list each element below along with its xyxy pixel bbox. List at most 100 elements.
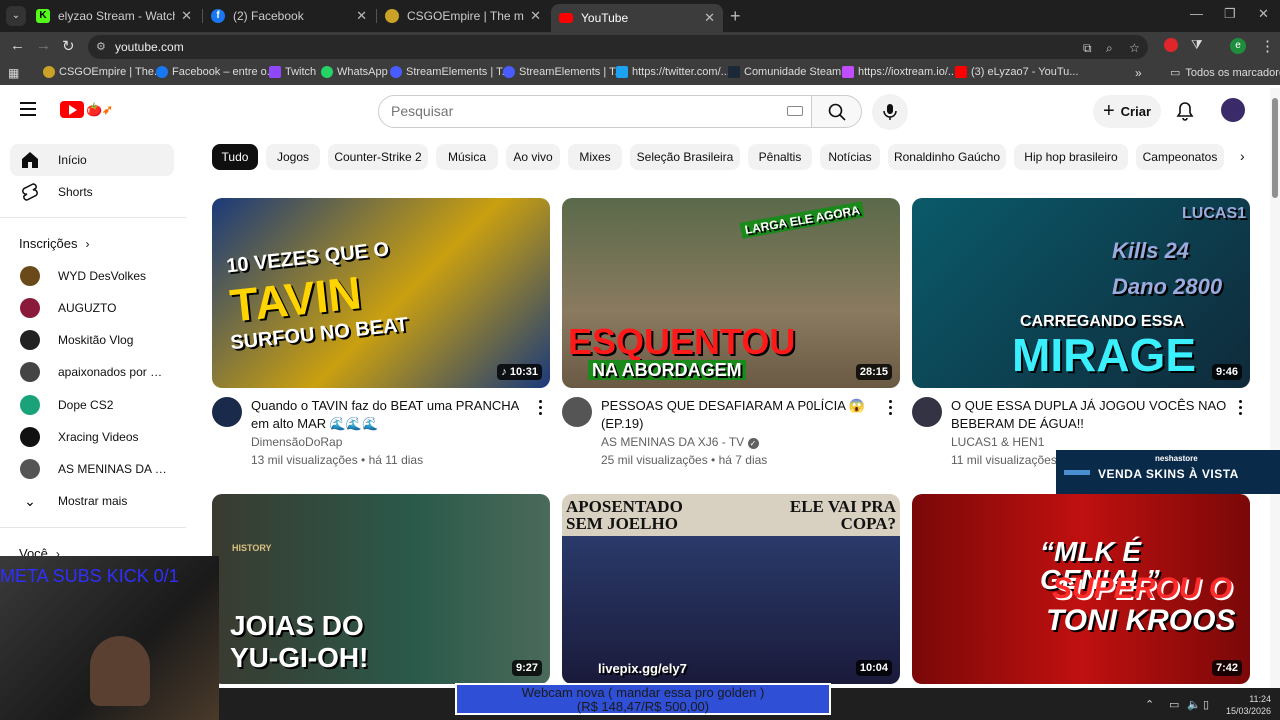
channel-name[interactable]: AS MENINAS DA XJ6 - TV ✓ [601, 435, 759, 449]
close-icon[interactable]: ✕ [356, 8, 367, 24]
tab-kick[interactable]: K elyzao Stream - Watch Live on ✕ [28, 4, 200, 28]
subscription-item[interactable]: Moskitão Vlog [10, 324, 174, 356]
channel-avatar [20, 427, 40, 447]
bookmark-item[interactable]: CSGOEmpire | The... [43, 66, 163, 78]
search-input[interactable] [391, 103, 771, 119]
tray-chevron-icon[interactable]: ⌃ [1145, 698, 1154, 711]
subscription-item[interactable]: WYD DesVolkes [10, 260, 174, 292]
tab-facebook[interactable]: f (2) Facebook ✕ [203, 4, 375, 28]
bookmark-item[interactable]: https://twitter.com/... [616, 66, 730, 78]
bookmark-item[interactable]: WhatsApp [321, 66, 388, 78]
more-actions-icon[interactable] [1239, 400, 1243, 418]
close-icon[interactable]: ✕ [704, 10, 715, 26]
profile-avatar[interactable]: e [1230, 38, 1246, 54]
address-bar[interactable]: ⚙ youtube.com ⧉ ⌕ ☆ [88, 35, 1148, 59]
chip[interactable]: Ronaldinho Gaúcho [888, 144, 1006, 170]
system-clock[interactable]: 11:24 15/03/2026 [1226, 693, 1271, 717]
voice-search-button[interactable] [872, 94, 908, 130]
battery-icon[interactable]: ▯ [1203, 698, 1209, 711]
bookmark-item[interactable]: (3) eLyzao7 - YouTu... [955, 66, 1078, 78]
site-info-icon[interactable]: ⚙ [96, 40, 106, 53]
chip[interactable]: Counter-Strike 2 [328, 144, 428, 170]
bookmark-item[interactable]: https://ioxtream.io/... [842, 66, 957, 78]
subscription-item[interactable]: Dope CS2 [10, 389, 174, 421]
reload-icon[interactable]: ↻ [62, 37, 75, 55]
guide-menu-icon[interactable] [20, 102, 36, 120]
video-thumbnail[interactable]: 10 VEZES QUE O TAVIN SURFOU NO BEAT ♪ 10… [212, 198, 550, 388]
extensions-puzzle-icon[interactable]: ⧩ [1191, 37, 1203, 53]
more-actions-icon[interactable] [889, 400, 893, 418]
all-bookmarks-folder[interactable]: ▭Todos os marcadores [1170, 66, 1280, 80]
forward-icon[interactable]: → [36, 37, 51, 54]
chip[interactable]: Jogos [266, 144, 320, 170]
chip[interactable]: Mixes [568, 144, 622, 170]
restore-icon[interactable]: ❐ [1224, 6, 1236, 22]
close-window-icon[interactable]: ✕ [1258, 6, 1269, 22]
chip[interactable]: Tudo [212, 144, 258, 170]
search-button[interactable] [811, 95, 862, 128]
bookmark-item[interactable]: Facebook – entre o... [156, 66, 276, 78]
tab-youtube[interactable]: YouTube ✕ [551, 4, 723, 32]
youtube-logo[interactable] [60, 101, 84, 118]
sidebar-item-shorts[interactable]: Shorts [10, 176, 174, 208]
chip[interactable]: Ao vivo [506, 144, 560, 170]
keyboard-icon[interactable] [787, 106, 803, 116]
channel-name[interactable]: DimensãoDoRap [251, 435, 342, 449]
video-thumbnail[interactable]: LUCAS1 Kills 24 Dano 2800 CARREGANDO ESS… [912, 198, 1250, 388]
subscription-item[interactable]: Xracing Videos [10, 421, 174, 453]
volume-icon[interactable]: 🔈 [1187, 698, 1201, 711]
video-title[interactable]: Quando o TAVIN faz do BEAT uma PRANCHA e… [251, 397, 531, 433]
url-text[interactable]: youtube.com [115, 40, 184, 54]
subscription-item[interactable]: AS MENINAS DA X... [10, 453, 174, 485]
tab-csgoempire[interactable]: CSGOEmpire | The most truste ✕ [377, 4, 549, 28]
video-thumbnail[interactable]: HISTORY JOIAS DO YU-GI-OH! 9:27 [212, 494, 550, 684]
close-icon[interactable]: ✕ [530, 8, 541, 24]
video-thumbnail[interactable]: APOSENTADO SEM JOELHO ELE VAI PRA COPA? … [562, 494, 900, 684]
zoom-icon[interactable]: ⌕ [1106, 41, 1113, 56]
more-bookmarks-icon[interactable]: » [1135, 66, 1142, 80]
notifications-bell-icon[interactable] [1176, 101, 1194, 121]
search-box[interactable] [378, 95, 812, 128]
chevron-right-icon[interactable]: › [1240, 148, 1245, 164]
menu-kebab-icon[interactable]: ⋮ [1260, 37, 1275, 55]
show-more-button[interactable]: ⌄ Mostrar mais [10, 485, 174, 517]
back-icon[interactable]: ← [10, 37, 25, 54]
page-scrollbar[interactable] [1270, 88, 1280, 688]
chip[interactable]: Notícias [820, 144, 880, 170]
subscriptions-heading[interactable]: Inscrições › [19, 236, 90, 251]
video-title[interactable]: PESSOAS QUE DESAFIARAM A P0LÍCIA 😱 (EP.1… [601, 397, 881, 433]
tab-search-button[interactable]: ⌄ [6, 6, 26, 26]
chip[interactable]: Pênaltis [748, 144, 812, 170]
chip[interactable]: Hip hop brasileiro [1014, 144, 1128, 170]
doodle-icon[interactable]: 🍅➶ [86, 102, 113, 118]
video-thumbnail[interactable]: LARGA ELE AGORA ESQUENTOU NA ABORDAGEM 2… [562, 198, 900, 388]
sidebar-item-home[interactable]: Início [10, 144, 174, 176]
wifi-icon[interactable]: ▭ [1169, 698, 1179, 711]
more-actions-icon[interactable] [539, 400, 543, 418]
channel-avatar[interactable] [562, 397, 592, 427]
video-title[interactable]: O QUE ESSA DUPLA JÁ JOGOU VOCÊS NAO BEBE… [951, 397, 1231, 433]
chip[interactable]: Música [436, 144, 498, 170]
minimize-icon[interactable]: — [1190, 6, 1203, 21]
install-app-icon[interactable]: ⧉ [1083, 41, 1092, 56]
goal-progress: (R$ 148,47/R$ 500,00) [576, 699, 710, 714]
bookmark-item[interactable]: StreamElements | T... [503, 66, 624, 78]
account-avatar[interactable] [1221, 98, 1245, 122]
new-tab-button[interactable]: + [730, 6, 741, 27]
close-icon[interactable]: ✕ [181, 8, 192, 24]
chip[interactable]: Seleção Brasileira [630, 144, 740, 170]
bookmark-star-icon[interactable]: ☆ [1129, 41, 1140, 55]
extension-icon[interactable] [1164, 38, 1178, 52]
bookmark-item[interactable]: Twitch [269, 66, 316, 78]
apps-grid-icon[interactable]: ▦ [8, 66, 19, 80]
create-button[interactable]: + Criar [1093, 95, 1161, 128]
bookmark-item[interactable]: StreamElements | T... [390, 66, 511, 78]
bookmark-item[interactable]: Comunidade Steam... [728, 66, 850, 78]
subscription-item[interactable]: AUGUZTO [10, 292, 174, 324]
channel-name[interactable]: LUCAS1 & HEN1 [951, 435, 1044, 449]
channel-avatar[interactable] [912, 397, 942, 427]
video-thumbnail[interactable]: “MLK É GENIAL” SUPEROU O TONI KROOS 7:42 [912, 494, 1250, 684]
chip[interactable]: Campeonatos [1136, 144, 1224, 170]
subscription-item[interactable]: apaixonados por m... [10, 356, 174, 388]
channel-avatar[interactable] [212, 397, 242, 427]
